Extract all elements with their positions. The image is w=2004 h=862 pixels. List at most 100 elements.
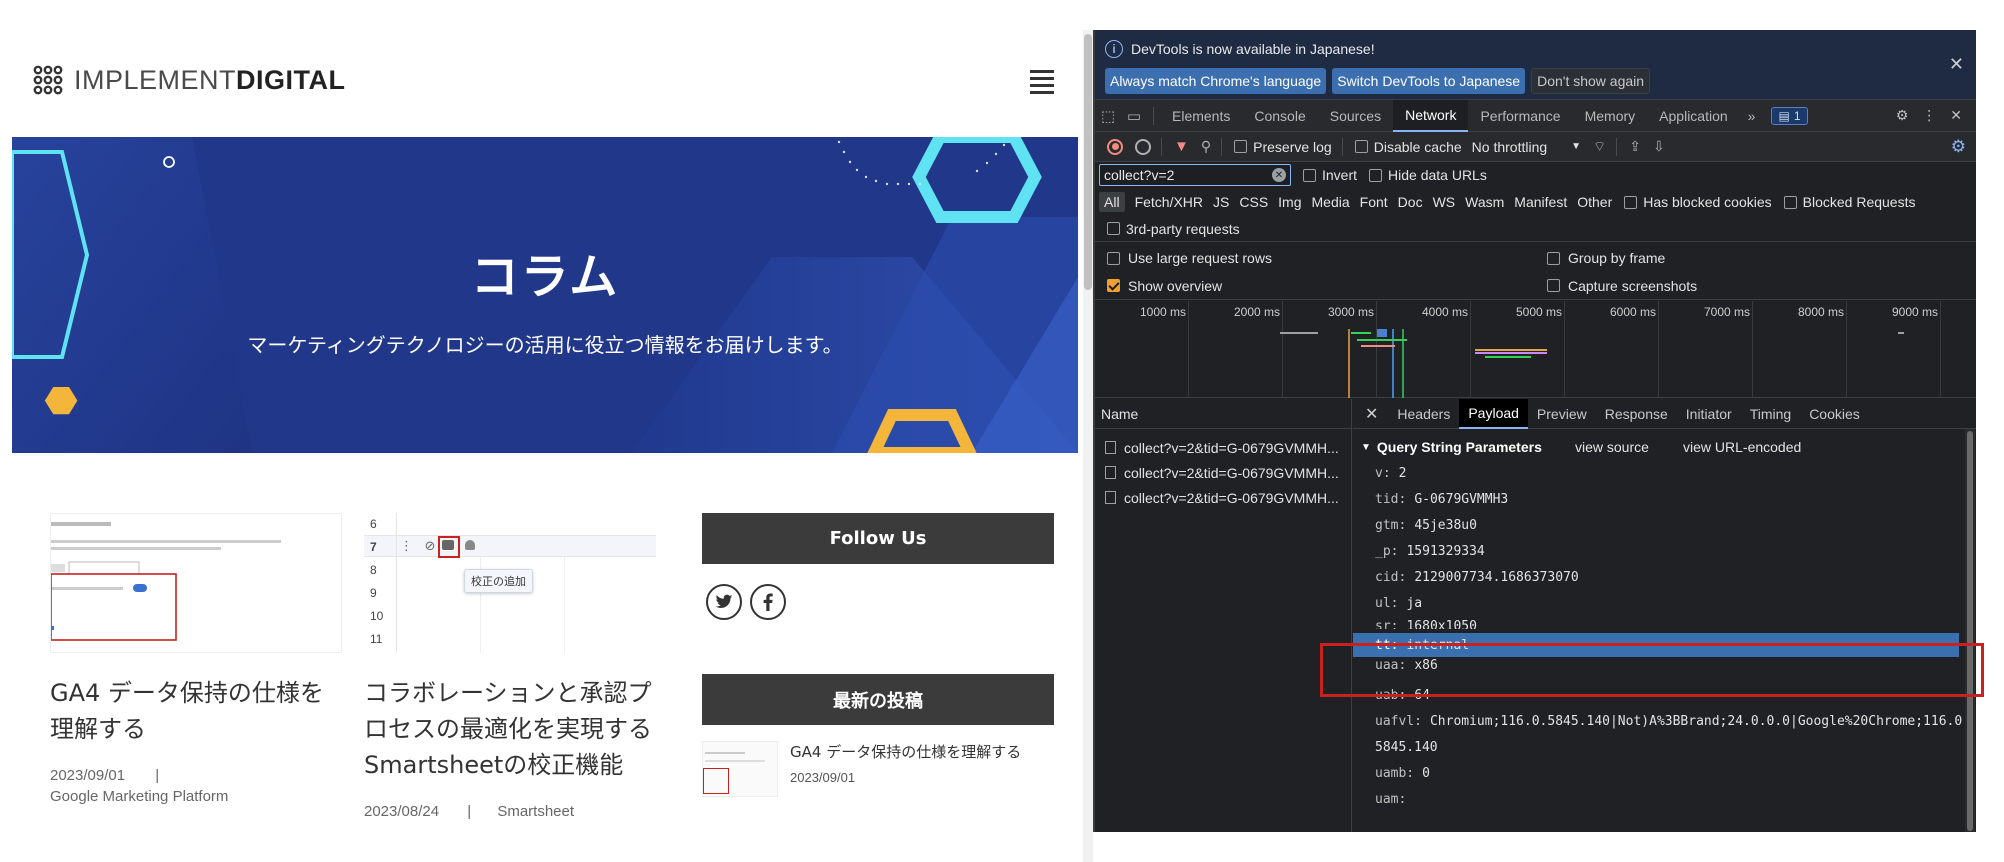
type-css[interactable]: CSS [1239, 194, 1268, 210]
query-param[interactable]: uab: 64 [1375, 683, 1430, 707]
settings-gear-icon[interactable]: ⚙ [1896, 107, 1909, 124]
type-img[interactable]: Img [1278, 194, 1301, 210]
tab-response[interactable]: Response [1596, 399, 1677, 429]
tab-network[interactable]: Network [1393, 99, 1469, 132]
network-overview-timeline[interactable]: 1000 ms 2000 ms 3000 ms 4000 ms 5000 ms … [1095, 301, 1976, 398]
record-button[interactable] [1107, 138, 1123, 155]
invert-checkbox[interactable]: Invert [1303, 167, 1357, 183]
import-har-icon[interactable]: ⇪ [1629, 138, 1641, 155]
disable-cache-checkbox[interactable]: Disable cache [1354, 139, 1462, 155]
type-media[interactable]: Media [1312, 194, 1350, 210]
type-other[interactable]: Other [1577, 194, 1612, 210]
tab-timing[interactable]: Timing [1741, 399, 1801, 429]
type-js[interactable]: JS [1213, 194, 1229, 210]
scrollbar-thumb[interactable] [1084, 34, 1092, 290]
tab-performance[interactable]: Performance [1468, 100, 1572, 132]
query-param[interactable]: uaa: x86 [1375, 655, 1438, 673]
query-param[interactable]: _p: 1591329334 [1375, 539, 1485, 563]
search-button[interactable]: ⚲ [1201, 138, 1211, 155]
payload-scrollbar[interactable] [1965, 429, 1975, 832]
more-options-icon[interactable]: ⋮ [1922, 107, 1936, 124]
show-overview-checkbox[interactable]: Show overview [1107, 278, 1222, 294]
tab-elements[interactable]: Elements [1160, 100, 1242, 132]
query-param[interactable]: cid: 2129007734.1686373070 [1375, 565, 1579, 589]
recent-post-item[interactable]: GA4 データ保持の仕様を理解する 2023/09/01 [702, 741, 1054, 797]
query-param[interactable]: sr: 1680x1050 [1375, 615, 1477, 629]
query-param-highlighted[interactable]: tt: internal [1353, 633, 1959, 657]
article-card[interactable]: 6 7 8 9 10 11 ⋮ ⊘ ▪ 校正の追加 コラボレーションと承認プロセ… [364, 513, 656, 820]
type-ws[interactable]: WS [1433, 194, 1456, 210]
article-thumbnail[interactable]: 6 7 8 9 10 11 ⋮ ⊘ ▪ 校正の追加 [364, 513, 656, 653]
twitter-icon[interactable] [706, 584, 742, 620]
type-fetch-xhr[interactable]: Fetch/XHR [1135, 194, 1203, 210]
query-param[interactable]: ul: ja [1375, 591, 1422, 615]
has-blocked-cookies-checkbox[interactable]: Has blocked cookies [1624, 194, 1772, 210]
tab-memory[interactable]: Memory [1573, 100, 1648, 132]
preserve-log-checkbox[interactable]: Preserve log [1234, 139, 1332, 155]
recent-post-thumbnail[interactable] [702, 741, 778, 797]
article-thumbnail[interactable] [50, 513, 342, 653]
match-language-button[interactable]: Always match Chrome's language [1105, 68, 1327, 94]
close-detail-icon[interactable]: ✕ [1353, 404, 1388, 424]
site-logo[interactable]: IMPLEMENTDIGITAL [32, 64, 346, 96]
tab-headers[interactable]: Headers [1388, 399, 1459, 429]
group-by-frame-checkbox[interactable]: Group by frame [1547, 250, 1665, 266]
view-url-encoded-link[interactable]: view URL-encoded [1683, 439, 1801, 455]
throttling-select[interactable]: No throttling ▼ [1472, 139, 1581, 155]
more-tabs-icon[interactable]: » [1740, 108, 1764, 124]
tab-preview[interactable]: Preview [1528, 399, 1596, 429]
article-title[interactable]: コラボレーションと承認プロセスの最適化を実現するSmartsheetの校正機能 [364, 675, 656, 783]
filter-input[interactable]: collect?v=2 ✕ [1099, 164, 1291, 186]
type-doc[interactable]: Doc [1398, 194, 1423, 210]
menu-icon[interactable] [1030, 70, 1054, 94]
issues-badge[interactable]: ▤ 1 [1771, 106, 1808, 125]
tab-payload[interactable]: Payload [1459, 398, 1528, 429]
third-party-checkbox[interactable]: 3rd-party requests [1107, 221, 1240, 237]
query-param[interactable]: uafvl: Chromium;116.0.5845.140|Not)A%3BBr… [1375, 709, 1970, 733]
tab-sources[interactable]: Sources [1318, 100, 1393, 132]
facebook-icon[interactable] [750, 584, 786, 620]
dont-show-again-button[interactable]: Don't show again [1531, 68, 1651, 94]
type-wasm[interactable]: Wasm [1465, 194, 1504, 210]
export-har-icon[interactable]: ⇩ [1653, 138, 1665, 155]
article-title[interactable]: GA4 データ保持の仕様を理解する [50, 675, 342, 747]
request-row[interactable]: collect?v=2&tid=G-0679GVMMH... [1095, 460, 1351, 485]
device-toolbar-icon[interactable]: ▭ [1121, 100, 1147, 132]
query-param[interactable]: uamb: 0 [1375, 761, 1430, 785]
network-settings-icon[interactable]: ⚙ [1951, 137, 1966, 157]
view-source-link[interactable]: view source [1575, 439, 1649, 455]
article-card[interactable]: GA4 データ保持の仕様を理解する 2023/09/01 | Google Ma… [50, 513, 342, 805]
tab-application[interactable]: Application [1647, 100, 1740, 132]
type-manifest[interactable]: Manifest [1514, 194, 1567, 210]
large-rows-checkbox[interactable]: Use large request rows [1107, 250, 1272, 266]
tab-initiator[interactable]: Initiator [1677, 399, 1741, 429]
type-all[interactable]: All [1099, 192, 1125, 212]
switch-japanese-button[interactable]: Switch DevTools to Japanese [1332, 68, 1526, 94]
close-devtools-icon[interactable]: ✕ [1950, 107, 1962, 124]
request-row[interactable]: collect?v=2&tid=G-0679GVMMH... [1095, 485, 1351, 510]
clear-filter-icon[interactable]: ✕ [1272, 168, 1286, 182]
name-column-header[interactable]: Name [1095, 399, 1351, 429]
query-param[interactable]: uam: [1375, 787, 1414, 811]
page-scrollbar[interactable] [1083, 30, 1093, 862]
tab-console[interactable]: Console [1242, 100, 1317, 132]
blocked-requests-checkbox[interactable]: Blocked Requests [1783, 194, 1915, 210]
query-string-header[interactable]: ▼ Query String Parameters [1361, 439, 1542, 455]
inspect-element-icon[interactable]: ⬚ [1095, 100, 1121, 132]
query-param[interactable]: tid: G-0679GVMMH3 [1375, 487, 1508, 511]
clear-button[interactable] [1135, 138, 1151, 155]
filter-toggle[interactable]: ▼ [1174, 138, 1189, 155]
scrollbar-thumb[interactable] [1967, 431, 1973, 831]
query-param[interactable]: v: 2 [1375, 461, 1406, 485]
recent-post-title[interactable]: GA4 データ保持の仕様を理解する [790, 741, 1021, 762]
query-param[interactable]: gtm: 45je38u0 [1375, 513, 1477, 537]
close-icon[interactable]: ✕ [1949, 54, 1964, 75]
network-conditions-icon[interactable]: ⌔ [1593, 138, 1606, 156]
request-row[interactable]: collect?v=2&tid=G-0679GVMMH... [1095, 435, 1351, 460]
capture-screenshots-checkbox[interactable]: Capture screenshots [1547, 278, 1697, 294]
article-category[interactable]: Smartsheet [497, 803, 574, 820]
query-param-continued[interactable]: 5845.140 [1375, 735, 1438, 759]
hide-data-urls-checkbox[interactable]: Hide data URLs [1369, 167, 1487, 183]
type-font[interactable]: Font [1360, 194, 1388, 210]
article-category[interactable]: Google Marketing Platform [50, 788, 228, 805]
